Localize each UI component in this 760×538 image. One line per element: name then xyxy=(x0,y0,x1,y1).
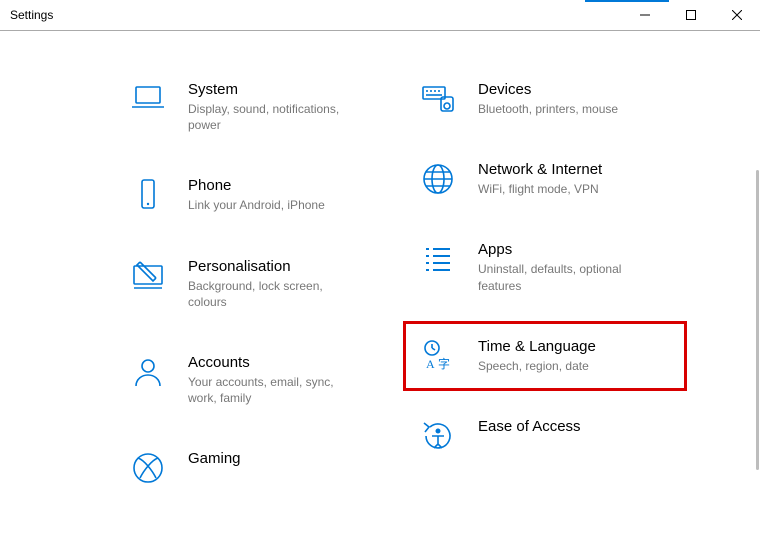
window-title: Settings xyxy=(0,8,53,22)
tile-title: Apps xyxy=(478,241,670,259)
tile-desc: Speech, region, date xyxy=(478,358,648,374)
time-language-icon: A 字 xyxy=(420,338,456,374)
tile-title: Gaming xyxy=(188,450,380,468)
maximize-button[interactable] xyxy=(668,0,714,30)
settings-grid: System Display, sound, notifications, po… xyxy=(0,31,760,538)
close-button[interactable] xyxy=(714,0,760,30)
tile-title: Time & Language xyxy=(478,338,670,356)
tile-desc: WiFi, flight mode, VPN xyxy=(478,181,648,197)
tile-desc: Uninstall, defaults, optional features xyxy=(478,261,648,293)
xbox-icon xyxy=(130,450,166,486)
tile-phone[interactable]: Phone Link your Android, iPhone xyxy=(130,177,380,213)
settings-column-left: System Display, sound, notifications, po… xyxy=(130,81,380,538)
laptop-icon xyxy=(130,81,166,117)
tile-desc: Your accounts, email, sync, work, family xyxy=(188,374,358,406)
ease-of-access-icon xyxy=(420,418,456,454)
globe-icon xyxy=(420,161,456,197)
tile-title: Personalisation xyxy=(188,258,380,276)
tile-title: System xyxy=(188,81,380,99)
window-controls xyxy=(622,0,760,30)
person-icon xyxy=(130,354,166,390)
tile-network[interactable]: Network & Internet WiFi, flight mode, VP… xyxy=(420,161,670,197)
minimize-button[interactable] xyxy=(622,0,668,30)
keyboard-speaker-icon xyxy=(420,81,456,117)
tile-desc: Display, sound, notifications, power xyxy=(188,101,358,133)
settings-column-right: Devices Bluetooth, printers, mouse Netwo… xyxy=(420,81,670,538)
tile-system[interactable]: System Display, sound, notifications, po… xyxy=(130,81,380,133)
tile-personalisation[interactable]: Personalisation Background, lock screen,… xyxy=(130,258,380,310)
tile-desc: Link your Android, iPhone xyxy=(188,197,358,213)
scrollbar-thumb[interactable] xyxy=(756,170,759,470)
list-icon xyxy=(420,241,456,277)
phone-icon xyxy=(130,177,166,213)
tile-gaming[interactable]: Gaming xyxy=(130,450,380,486)
tile-apps[interactable]: Apps Uninstall, defaults, optional featu… xyxy=(420,241,670,293)
tile-accounts[interactable]: Accounts Your accounts, email, sync, wor… xyxy=(130,354,380,406)
tile-title: Ease of Access xyxy=(478,418,670,436)
pen-screen-icon xyxy=(130,258,166,294)
tile-title: Network & Internet xyxy=(478,161,670,179)
tile-time-language[interactable]: A 字 Time & Language Speech, region, date xyxy=(403,321,687,391)
svg-text:字: 字 xyxy=(438,356,450,371)
titlebar: Settings xyxy=(0,0,760,31)
scrollbar[interactable] xyxy=(756,170,760,500)
tile-devices[interactable]: Devices Bluetooth, printers, mouse xyxy=(420,81,670,117)
tile-desc: Background, lock screen, colours xyxy=(188,278,358,310)
tile-title: Phone xyxy=(188,177,380,195)
tile-desc: Bluetooth, printers, mouse xyxy=(478,101,648,117)
tile-title: Devices xyxy=(478,81,670,99)
tile-title: Accounts xyxy=(188,354,380,372)
tile-ease-of-access[interactable]: Ease of Access xyxy=(420,418,670,454)
svg-text:A: A xyxy=(426,357,435,371)
